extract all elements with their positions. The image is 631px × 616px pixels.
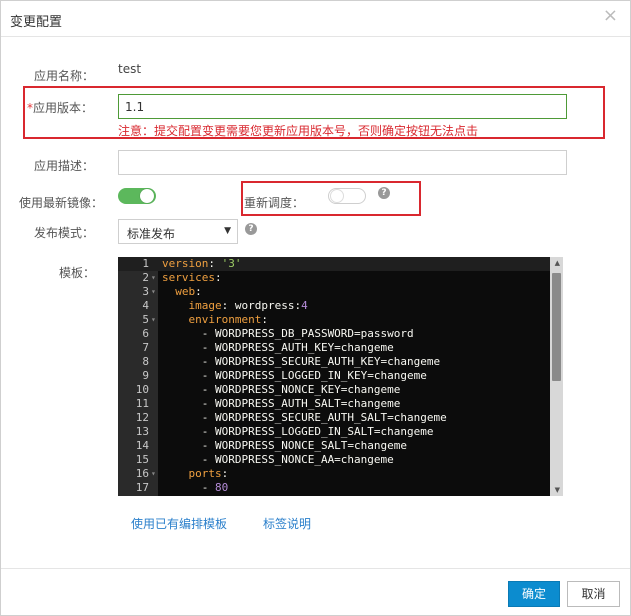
code-text: version: '3' [162, 257, 242, 270]
app-name-label: 应用名称： [34, 69, 95, 83]
line-number: 3 [142, 285, 149, 298]
template-label: 模板： [59, 266, 96, 280]
release-mode-selected: 标准发布 [127, 227, 176, 241]
use-existing-template-link[interactable]: 使用已有编排模板 [131, 515, 227, 532]
line-number: 11 [135, 397, 149, 410]
code-line[interactable]: 3 ▾ web: [118, 285, 550, 299]
reschedule-toggle[interactable] [328, 188, 366, 204]
app-desc-label: 应用描述： [34, 159, 95, 173]
line-number: 5 [142, 313, 149, 326]
footer-divider [1, 568, 630, 569]
code-text: - WORDPRESS_LOGGED_IN_SALT=changeme [162, 425, 434, 438]
code-line[interactable]: 1 version: '3' [118, 257, 550, 271]
line-number: 10 [135, 383, 149, 396]
release-mode-select[interactable]: 标准发布 ▼ [118, 219, 238, 244]
line-number: 2 [142, 271, 149, 284]
code-text: image: wordpress:4 [188, 299, 308, 312]
code-line[interactable]: 8 - WORDPRESS_SECURE_AUTH_KEY=changeme [118, 355, 550, 369]
fold-arrow-icon[interactable]: ▾ [151, 313, 156, 327]
line-number: 8 [142, 355, 149, 368]
code-text: - WORDPRESS_NONCE_AA=changeme [162, 453, 394, 466]
editor-code-lines: 1 version: '3' 2 ▾ services: 3 ▾ web: 4 image: … [118, 257, 550, 495]
line-number: 14 [135, 439, 149, 452]
code-line[interactable]: 10 - WORDPRESS_NONCE_KEY=changeme [118, 383, 550, 397]
release-mode-help-icon[interactable]: ? [245, 223, 257, 235]
latest-image-label: 使用最新镜像： [19, 196, 104, 210]
dialog-header: 变更配置 × [1, 1, 630, 37]
code-text: ports: [188, 467, 229, 480]
code-line[interactable]: 6 - WORDPRESS_DB_PASSWORD=password [118, 327, 550, 341]
code-line[interactable]: 4 image: wordpress:4 [118, 299, 550, 313]
fold-arrow-icon[interactable]: ▾ [151, 271, 156, 285]
scroll-down-icon[interactable]: ▼ [555, 486, 560, 494]
close-icon[interactable]: × [603, 7, 618, 25]
change-config-dialog: 变更配置 × 应用名称： test *应用版本： 注意：提交配置变更需要您更新应… [0, 0, 631, 616]
app-desc-input[interactable] [118, 150, 567, 175]
reschedule-help-icon[interactable]: ? [378, 187, 390, 199]
template-code-editor[interactable]: 1 version: '3' 2 ▾ services: 3 ▾ web: 4 image: … [118, 257, 563, 496]
confirm-button[interactable]: 确定 [508, 581, 560, 607]
line-number: 16 [135, 467, 149, 480]
code-line[interactable]: 11 - WORDPRESS_AUTH_SALT=changeme [118, 397, 550, 411]
code-line[interactable]: 14 - WORDPRESS_NONCE_SALT=changeme [118, 439, 550, 453]
code-line[interactable]: 13 - WORDPRESS_LOGGED_IN_SALT=changeme [118, 425, 550, 439]
reschedule-label: 重新调度： [244, 196, 305, 210]
cancel-button[interactable]: 取消 [567, 581, 620, 607]
scroll-up-icon[interactable]: ▲ [555, 259, 560, 267]
code-text: - WORDPRESS_AUTH_SALT=changeme [162, 397, 401, 410]
code-line[interactable]: 9 - WORDPRESS_LOGGED_IN_KEY=changeme [118, 369, 550, 383]
line-number: 12 [135, 411, 149, 424]
editor-scrollbar[interactable]: ▲ ▼ [550, 257, 563, 496]
code-line[interactable]: 12 - WORDPRESS_SECURE_AUTH_SALT=changeme [118, 411, 550, 425]
code-line[interactable]: 5 ▾ environment: [118, 313, 550, 327]
line-number: 13 [135, 425, 149, 438]
app-name-value: test [118, 62, 142, 76]
label-help-link[interactable]: 标签说明 [263, 515, 311, 532]
code-text: - WORDPRESS_LOGGED_IN_KEY=changeme [162, 369, 427, 382]
latest-image-toggle[interactable] [118, 188, 156, 204]
code-text: services: [162, 271, 222, 284]
toggle-knob [140, 189, 154, 203]
line-number: 15 [135, 453, 149, 466]
code-text: - WORDPRESS_NONCE_KEY=changeme [162, 383, 401, 396]
line-number: 9 [142, 369, 149, 382]
code-text: - 80 [162, 481, 229, 494]
version-warning-text: 注意：提交配置变更需要您更新应用版本号，否则确定按钮无法点击 [118, 124, 479, 138]
line-number: 17 [135, 481, 149, 494]
line-number: 7 [142, 341, 149, 354]
code-text: - WORDPRESS_AUTH_KEY=changeme [162, 341, 394, 354]
code-line[interactable]: 7 - WORDPRESS_AUTH_KEY=changeme [118, 341, 550, 355]
app-version-input[interactable] [118, 94, 567, 119]
line-number: 4 [142, 299, 149, 312]
app-version-label-text: 应用版本： [33, 101, 94, 115]
code-text: - WORDPRESS_SECURE_AUTH_SALT=changeme [162, 411, 447, 424]
toggle-knob [330, 189, 344, 203]
code-line[interactable]: 2 ▾ services: [118, 271, 550, 285]
code-line[interactable]: 17 - 80 [118, 481, 550, 495]
release-mode-label: 发布模式： [34, 226, 95, 240]
line-number: 1 [142, 257, 149, 270]
code-line[interactable]: 16 ▾ ports: [118, 467, 550, 481]
code-text: - WORDPRESS_SECURE_AUTH_KEY=changeme [162, 355, 441, 368]
fold-arrow-icon[interactable]: ▾ [151, 467, 156, 481]
chevron-down-icon: ▼ [224, 226, 231, 236]
scrollbar-thumb[interactable] [552, 273, 561, 381]
code-text: web: [175, 285, 202, 298]
line-number: 6 [142, 327, 149, 340]
code-line[interactable]: 15 - WORDPRESS_NONCE_AA=changeme [118, 453, 550, 467]
code-text: - WORDPRESS_DB_PASSWORD=password [162, 327, 414, 340]
code-text: - WORDPRESS_NONCE_SALT=changeme [162, 439, 408, 452]
fold-arrow-icon[interactable]: ▾ [151, 285, 156, 299]
code-text: environment: [188, 313, 268, 326]
dialog-title: 变更配置 [10, 15, 63, 30]
app-version-label: *应用版本： [27, 99, 93, 116]
